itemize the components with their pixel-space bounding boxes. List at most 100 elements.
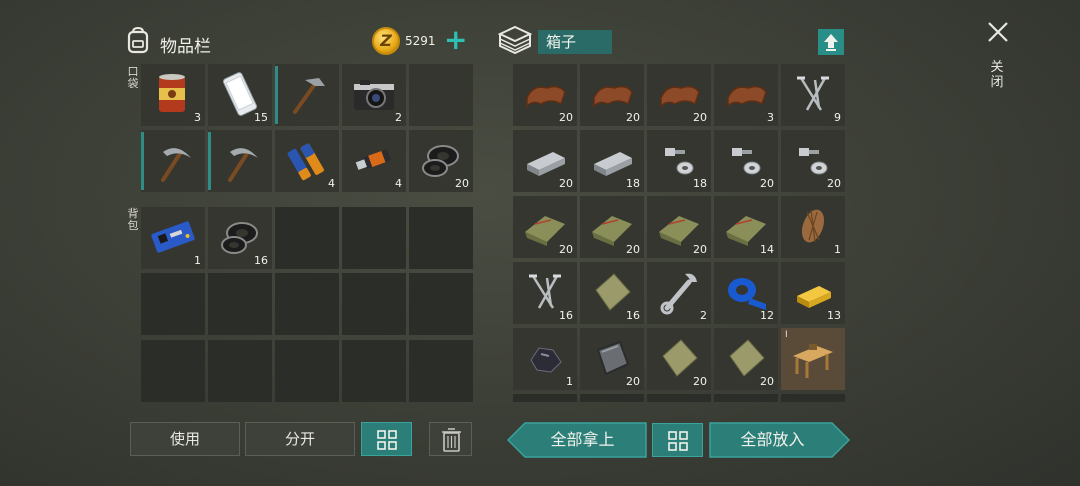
box-slot[interactable]: 1 (513, 328, 577, 390)
grid-icon (377, 430, 397, 450)
backpack-slot-empty[interactable] (275, 340, 339, 402)
box-slot[interactable]: 20 (647, 196, 711, 258)
box-slot[interactable]: 20 (714, 328, 778, 390)
pocket-slot[interactable] (275, 64, 339, 126)
backpack-label: 背包 (127, 207, 139, 232)
box-slot[interactable]: 14 (714, 196, 778, 258)
box-slot[interactable]: 20 (513, 130, 577, 192)
pocket-slot[interactable]: 4 (342, 130, 406, 192)
delete-button[interactable] (429, 422, 472, 456)
backpack-slot-empty[interactable] (342, 340, 406, 402)
backpack-slot-empty[interactable] (275, 207, 339, 269)
item-quantity: 4 (328, 177, 335, 190)
coin-balance: 5291 (405, 34, 436, 48)
item-quantity: 18 (626, 177, 640, 190)
item-quantity: 16 (559, 309, 573, 322)
split-button[interactable]: 分开 (245, 422, 355, 456)
box-slot[interactable]: 1 (781, 196, 845, 258)
box-slot[interactable]: 20 (647, 328, 711, 390)
box-slot[interactable]: 9 (781, 64, 845, 126)
item-quantity: 20 (626, 111, 640, 124)
item-quantity: 20 (455, 177, 469, 190)
canned-food-icon (159, 74, 185, 112)
item-quantity: 4 (395, 177, 402, 190)
box-slot[interactable]: 20 (580, 64, 644, 126)
box-slot-partial (513, 394, 577, 402)
box-slot[interactable]: 3 (714, 64, 778, 126)
backpack-slot-empty[interactable] (208, 340, 272, 402)
box-slot[interactable]: 2 (647, 262, 711, 324)
box-slot[interactable]: 20 (513, 64, 577, 126)
box-slot[interactable]: 18 (647, 130, 711, 192)
backpack-slot-empty[interactable] (342, 207, 406, 269)
box-slot[interactable]: 20 (647, 64, 711, 126)
sort-up-button[interactable] (818, 29, 844, 55)
pocket-slot[interactable]: 2 (342, 64, 406, 126)
item-quantity: 20 (626, 243, 640, 256)
item-quantity: 16 (254, 254, 268, 267)
pocket-slot[interactable] (208, 130, 272, 192)
pocket-slot[interactable] (141, 130, 205, 192)
item-quantity: 15 (254, 111, 268, 124)
durability-bar (141, 132, 144, 190)
nails-icon (797, 76, 829, 111)
batteries-icon (287, 143, 324, 181)
box-icon (497, 25, 533, 55)
box-slot[interactable]: 16 (580, 262, 644, 324)
pocket-slot[interactable]: 3 (141, 64, 205, 126)
backpack-slot[interactable]: 1 (141, 207, 205, 269)
workbench-icon (793, 344, 833, 378)
camera-icon (354, 80, 394, 110)
use-button[interactable]: 使用 (130, 422, 240, 456)
put-all-button[interactable]: 全部放入 (710, 423, 835, 457)
box-slot[interactable]: 13 (781, 262, 845, 324)
backpack-slot-empty[interactable] (141, 340, 205, 402)
add-coins-button[interactable]: + (444, 24, 467, 56)
backpack-slot-empty[interactable] (208, 273, 272, 335)
close-label[interactable]: 关闭 (989, 60, 1005, 90)
pocket-slot[interactable]: 15 (208, 64, 272, 126)
backpack-slot-empty[interactable] (342, 273, 406, 335)
pocket-slot[interactable]: 20 (409, 130, 473, 192)
grid-icon (668, 431, 688, 451)
sort-inventory-button[interactable] (361, 422, 412, 456)
item-quantity: 20 (693, 243, 707, 256)
backpack-slot-empty[interactable] (409, 207, 473, 269)
item-quantity: 16 (626, 309, 640, 322)
box-name-field[interactable]: 箱子 (538, 30, 612, 54)
backpack-slot-empty[interactable] (409, 340, 473, 402)
item-quantity: 20 (760, 177, 774, 190)
box-slot[interactable]: 20 (513, 196, 577, 258)
item-quantity: 12 (760, 309, 774, 322)
box-slot[interactable]: 20 (580, 328, 644, 390)
box-slot-partial (714, 394, 778, 402)
box-slot[interactable]: 20 (781, 130, 845, 192)
box-slot[interactable]: 12 (714, 262, 778, 324)
box-slot-partial (781, 394, 845, 402)
circuit-board-icon (151, 221, 195, 253)
box-slot[interactable]: 20 (580, 196, 644, 258)
item-quantity: 1 (834, 243, 841, 256)
item-quantity: 20 (626, 375, 640, 388)
backpack-slot-empty[interactable] (141, 273, 205, 335)
item-quantity: 13 (827, 309, 841, 322)
backpack-slot-empty[interactable] (409, 273, 473, 335)
box-slot[interactable]: 18 (580, 130, 644, 192)
close-icon[interactable] (986, 20, 1010, 44)
hammer-icon (293, 78, 325, 114)
box-slot-workbench[interactable]: I (781, 328, 845, 390)
box-slot[interactable]: 16 (513, 262, 577, 324)
backpack-icon (127, 26, 149, 54)
sort-box-button[interactable] (652, 423, 703, 457)
box-slot[interactable]: 20 (714, 130, 778, 192)
coin-icon: Z (372, 27, 400, 55)
backpack-slot-empty[interactable] (275, 273, 339, 335)
trash-icon (442, 428, 461, 452)
item-quantity: 3 (767, 111, 774, 124)
pocket-slot-empty[interactable] (409, 64, 473, 126)
backpack-slot[interactable]: 16 (208, 207, 272, 269)
box-slot-partial (647, 394, 711, 402)
pocket-slot[interactable]: 4 (275, 130, 339, 192)
item-quantity: 20 (760, 375, 774, 388)
take-all-button[interactable]: 全部拿上 (520, 423, 645, 457)
